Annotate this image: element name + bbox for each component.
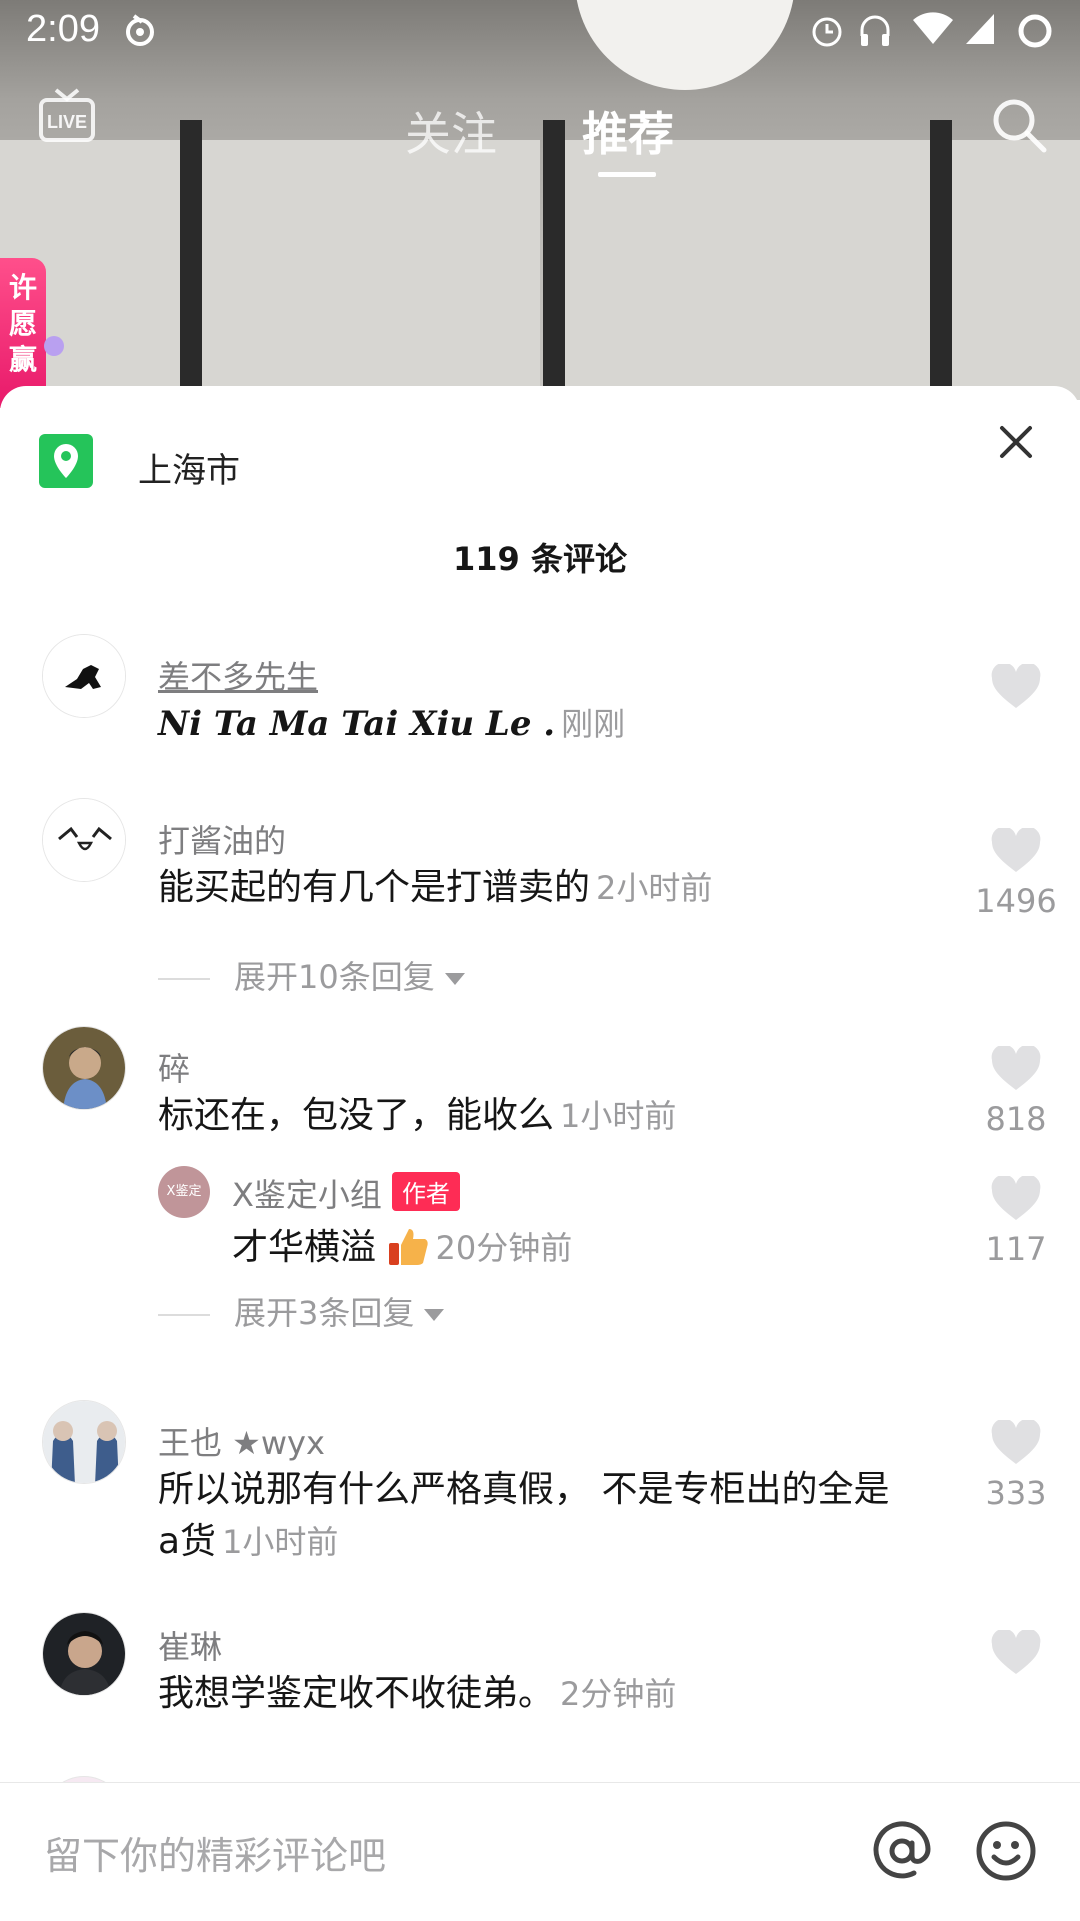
svg-text:LIVE: LIVE — [47, 112, 87, 132]
heart-icon[interactable] — [990, 828, 1042, 874]
comment-text: 能买起的有几个是打谱卖的 2小时前 — [158, 867, 713, 908]
comment-time: 2小时前 — [596, 869, 713, 907]
comment-text-continued: a货 1小时前 — [158, 1521, 339, 1562]
caret-down-icon — [424, 1309, 445, 1321]
comment-text: 我想学鉴定收不收徒弟。 2分钟前 — [158, 1673, 677, 1714]
expand-replies[interactable]: 展开3条回复 — [158, 1288, 445, 1334]
caret-down-icon — [444, 973, 465, 985]
heart-icon[interactable] — [990, 1176, 1042, 1222]
wifi-icon — [913, 12, 953, 44]
tab-follow[interactable]: 关注 — [405, 98, 497, 164]
comment-time: 1小时前 — [560, 1097, 677, 1135]
expand-replies[interactable]: 展开10条回复 — [158, 952, 465, 998]
comment-username[interactable]: 碎 — [158, 1044, 190, 1090]
thumbs-up-icon — [389, 1229, 429, 1265]
comment-input[interactable] — [42, 1827, 826, 1885]
alarm-icon — [812, 17, 842, 47]
status-time: 2:09 — [26, 8, 100, 50]
reply-time: 20分钟前 — [435, 1229, 573, 1267]
top-navigation: LIVE 关注 推荐 — [0, 80, 1080, 190]
comment-text: Ni Ta Ma Tai Xiu Le . 刚刚 — [158, 704, 626, 744]
like-count: 818 — [985, 1100, 1047, 1138]
location-label[interactable]: 上海市 — [138, 443, 240, 492]
avatar[interactable] — [42, 634, 126, 718]
comment-username[interactable]: 差不多先生 — [158, 652, 318, 698]
like-count: 117 — [985, 1230, 1047, 1268]
app-notification-icon — [126, 14, 154, 46]
comments-sheet: 上海市 119 条评论 差不多先生 Ni Ta Ma Tai Xiu Le .刚… — [0, 386, 1080, 1920]
avatar[interactable] — [42, 1026, 126, 1110]
signal-icon — [966, 14, 994, 44]
comment-time: 1小时前 — [222, 1523, 339, 1561]
comment-count-title: 119 条评论 — [453, 540, 627, 578]
reply-username[interactable]: X鉴定小组 作者 — [232, 1170, 460, 1216]
status-bar: 2:09 — [0, 0, 1080, 64]
heart-icon[interactable] — [990, 1420, 1042, 1466]
comment-text: 标还在，包没了，能收么 1小时前 — [158, 1095, 677, 1136]
headphones-icon — [860, 15, 890, 46]
avatar[interactable]: X鉴定 — [158, 1166, 210, 1218]
author-badge: 作者 — [391, 1172, 460, 1211]
comment-username[interactable]: 打酱油的 — [158, 816, 286, 862]
comment-time: 2分钟前 — [560, 1675, 677, 1713]
tab-recommend[interactable]: 推荐 — [582, 98, 674, 164]
live-icon[interactable]: LIVE — [38, 88, 96, 144]
location-icon — [39, 434, 93, 488]
avatar[interactable] — [42, 798, 126, 882]
heart-icon[interactable] — [990, 1630, 1042, 1676]
comment-username[interactable]: 王也 ★wyx — [158, 1418, 325, 1464]
active-tab-indicator — [598, 172, 656, 177]
avatar[interactable] — [42, 1612, 126, 1696]
heart-icon[interactable] — [990, 664, 1042, 710]
badge-dot — [44, 336, 64, 356]
like-count: 1496 — [975, 882, 1057, 920]
avatar[interactable] — [42, 1400, 126, 1484]
reply-text: 才华横溢 20分钟前 — [232, 1227, 573, 1268]
heart-icon[interactable] — [990, 1046, 1042, 1092]
search-icon[interactable] — [990, 96, 1048, 154]
emoji-icon[interactable] — [974, 1819, 1038, 1883]
at-icon[interactable] — [870, 1819, 934, 1883]
comment-text: 所以说那有什么严格真假， 不是专柜出的全是 — [158, 1469, 890, 1510]
close-icon[interactable] — [996, 422, 1036, 462]
like-count: 333 — [985, 1474, 1047, 1512]
battery-charging-icon — [1018, 14, 1052, 48]
comment-username[interactable]: 崔琳 — [158, 1622, 222, 1668]
comment-input-bar — [0, 1782, 1080, 1921]
comment-time: 刚刚 — [561, 705, 626, 743]
